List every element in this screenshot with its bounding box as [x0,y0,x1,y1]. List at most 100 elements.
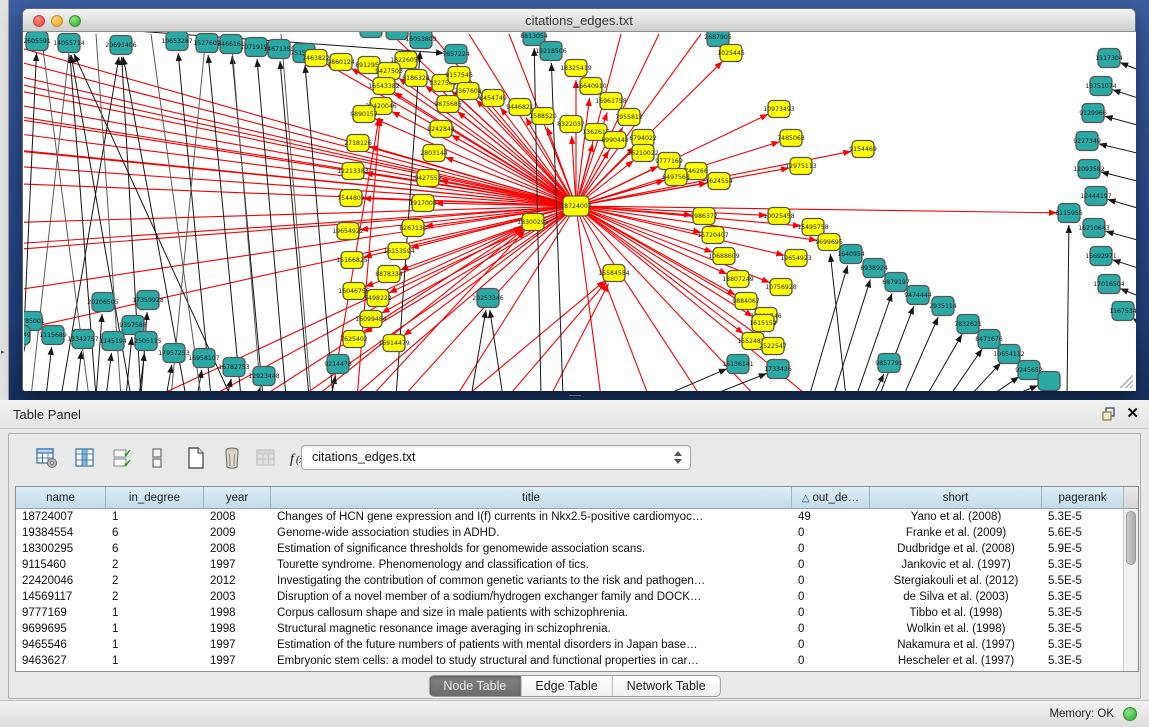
table-cell[interactable]: 14569117 [16,589,106,605]
table-row[interactable]: 911546021997Tourette syndrome. Phenomeno… [16,557,1138,573]
table-cell[interactable]: 2009 [204,525,271,541]
table-cell[interactable]: Nakamura et al. (1997) [870,637,1042,653]
column-header-out-de-[interactable]: △out_de… [792,487,870,509]
network-window[interactable]: citations_edges.txt 26055911405571420691… [22,8,1136,391]
table-cell[interactable]: Corpus callosum shape and size in male p… [271,605,792,621]
selector-stepper-icon[interactable] [671,449,684,466]
graph-node-cited[interactable] [360,32,382,38]
table-row[interactable]: 969969511998Structural magnetic resonanc… [16,621,1138,637]
table-cell[interactable]: 0 [792,653,870,669]
table-cell[interactable]: 5.3E-5 [1042,653,1124,669]
table-cell[interactable]: Tourette syndrome. Phenomenology and cla… [271,557,792,573]
table-options-icon[interactable] [33,444,61,472]
table-cell[interactable]: Franke et al. (2009) [870,525,1042,541]
table-cell[interactable]: 9699695 [16,621,106,637]
table-row[interactable]: 2242004622012Investigating the contribut… [16,573,1138,589]
column-header-in-degree[interactable]: in_degree [106,487,204,509]
column-header-title[interactable]: title [271,487,792,509]
close-panel-icon[interactable]: ✕ [1126,404,1139,422]
window-resize-grip[interactable] [1120,375,1133,388]
table-cell[interactable]: 2008 [204,541,271,557]
table-cell[interactable]: 5.3E-5 [1042,509,1124,525]
table-cell[interactable]: de Silva et al. (2003) [870,589,1042,605]
table-cell[interactable]: 6 [106,525,204,541]
table-cell[interactable]: 1 [106,621,204,637]
tab-node-table[interactable]: Node Table [429,676,521,697]
table-cell[interactable]: 1997 [204,557,271,573]
table-cell[interactable]: 5.3E-5 [1042,589,1124,605]
graph-node-cited[interactable] [1038,372,1060,391]
table-row[interactable]: 946554611997Estimation of the future num… [16,637,1138,653]
table-vertical-scrollbar[interactable] [1123,509,1138,672]
table-cell[interactable]: 1997 [204,653,271,669]
select-rows-icon[interactable]: ✓ ✓ [109,444,137,472]
table-cell[interactable]: Hescheler et al. (1997) [870,653,1042,669]
table-cell[interactable]: Genome-wide association studies in ADHD. [271,525,792,541]
table-cell[interactable]: 1 [106,637,204,653]
table-cell[interactable]: 5.5E-5 [1042,573,1124,589]
table-cell[interactable]: 1 [106,605,204,621]
table-cell[interactable]: 0 [792,525,870,541]
table-cell[interactable]: Estimation of the future numbers of pati… [271,637,792,653]
panel-divider-handle[interactable] [569,395,581,399]
table-cell[interactable]: 5.3E-5 [1042,637,1124,653]
table-disabled-icon[interactable] [252,444,280,472]
table-row[interactable]: 946362711997Embryonic stem cells: a mode… [16,653,1138,669]
table-cell[interactable]: 6 [106,541,204,557]
table-cell[interactable]: Disruption of a novel member of a sodium… [271,589,792,605]
table-cell[interactable]: 2008 [204,509,271,525]
table-cell[interactable]: Investigating the contribution of common… [271,573,792,589]
table-cell[interactable]: 0 [792,605,870,621]
table-cell[interactable]: 9463627 [16,653,106,669]
table-cell[interactable]: 0 [792,637,870,653]
table-cell[interactable]: Jankovic et al. (1997) [870,557,1042,573]
table-cell[interactable]: 0 [792,541,870,557]
table-cell[interactable]: 2 [106,557,204,573]
table-cell[interactable]: 0 [792,573,870,589]
control-panel-splitter[interactable]: ▸ [0,0,9,400]
table-cell[interactable]: 9115460 [16,557,106,573]
column-header-short[interactable]: short [870,487,1042,509]
table-cell[interactable]: 1 [106,653,204,669]
table-cell[interactable]: 2 [106,573,204,589]
table-cell[interactable]: Tibbo et al. (1998) [870,605,1042,621]
tab-network-table[interactable]: Network Table [613,676,720,697]
table-cell[interactable]: Estimation of significance thresholds fo… [271,541,792,557]
table-cell[interactable]: Structural magnetic resonance image aver… [271,621,792,637]
table-cell[interactable]: 2012 [204,573,271,589]
table-cell[interactable]: 49 [792,509,870,525]
table-row[interactable]: 1456911722003Disruption of a novel membe… [16,589,1138,605]
table-row[interactable]: 1938455462009Genome-wide association stu… [16,525,1138,541]
table-cell[interactable]: 5.3E-5 [1042,605,1124,621]
column-chooser-icon[interactable] [143,444,171,472]
float-window-icon[interactable] [1101,406,1117,422]
table-cell[interactable]: 9465546 [16,637,106,653]
table-row[interactable]: 1830029562008Estimation of significance … [16,541,1138,557]
network-window-titlebar[interactable]: citations_edges.txt [23,9,1135,32]
table-cell[interactable]: 5.3E-5 [1042,621,1124,637]
table-cell[interactable]: 18724007 [16,509,106,525]
table-cell[interactable]: 5.6E-5 [1042,525,1124,541]
tab-edge-table[interactable]: Edge Table [521,676,612,697]
splitter-expand-icon[interactable]: ▸ [1,348,5,356]
scrollbar-thumb[interactable] [1126,511,1136,565]
table-cell[interactable]: 5.9E-5 [1042,541,1124,557]
table-cell[interactable]: Dudbridge et al. (2008) [870,541,1042,557]
table-cell[interactable]: Stergiakouli et al. (2012) [870,573,1042,589]
table-cell[interactable]: 1998 [204,605,271,621]
new-column-icon[interactable] [182,444,210,472]
table-cell[interactable]: 1997 [204,637,271,653]
network-canvas[interactable]: 2605591140557142069140610653287152760284… [24,32,1136,391]
column-header-pagerank[interactable]: pagerank [1042,487,1124,509]
network-table-selector[interactable]: citations_edges.txt [301,445,691,470]
column-header-year[interactable]: year [204,487,271,509]
table-cell[interactable]: 0 [792,557,870,573]
table-cell[interactable]: 19384554 [16,525,106,541]
table-cell[interactable]: 22420046 [16,573,106,589]
table-cell[interactable]: Changes of HCN gene expression and I(f) … [271,509,792,525]
table-cell[interactable]: 1998 [204,621,271,637]
table-cell[interactable]: 5.3E-5 [1042,557,1124,573]
table-cell[interactable]: 0 [792,621,870,637]
column-header-name[interactable]: name [16,487,106,509]
table-cell[interactable]: Yano et al. (2008) [870,509,1042,525]
